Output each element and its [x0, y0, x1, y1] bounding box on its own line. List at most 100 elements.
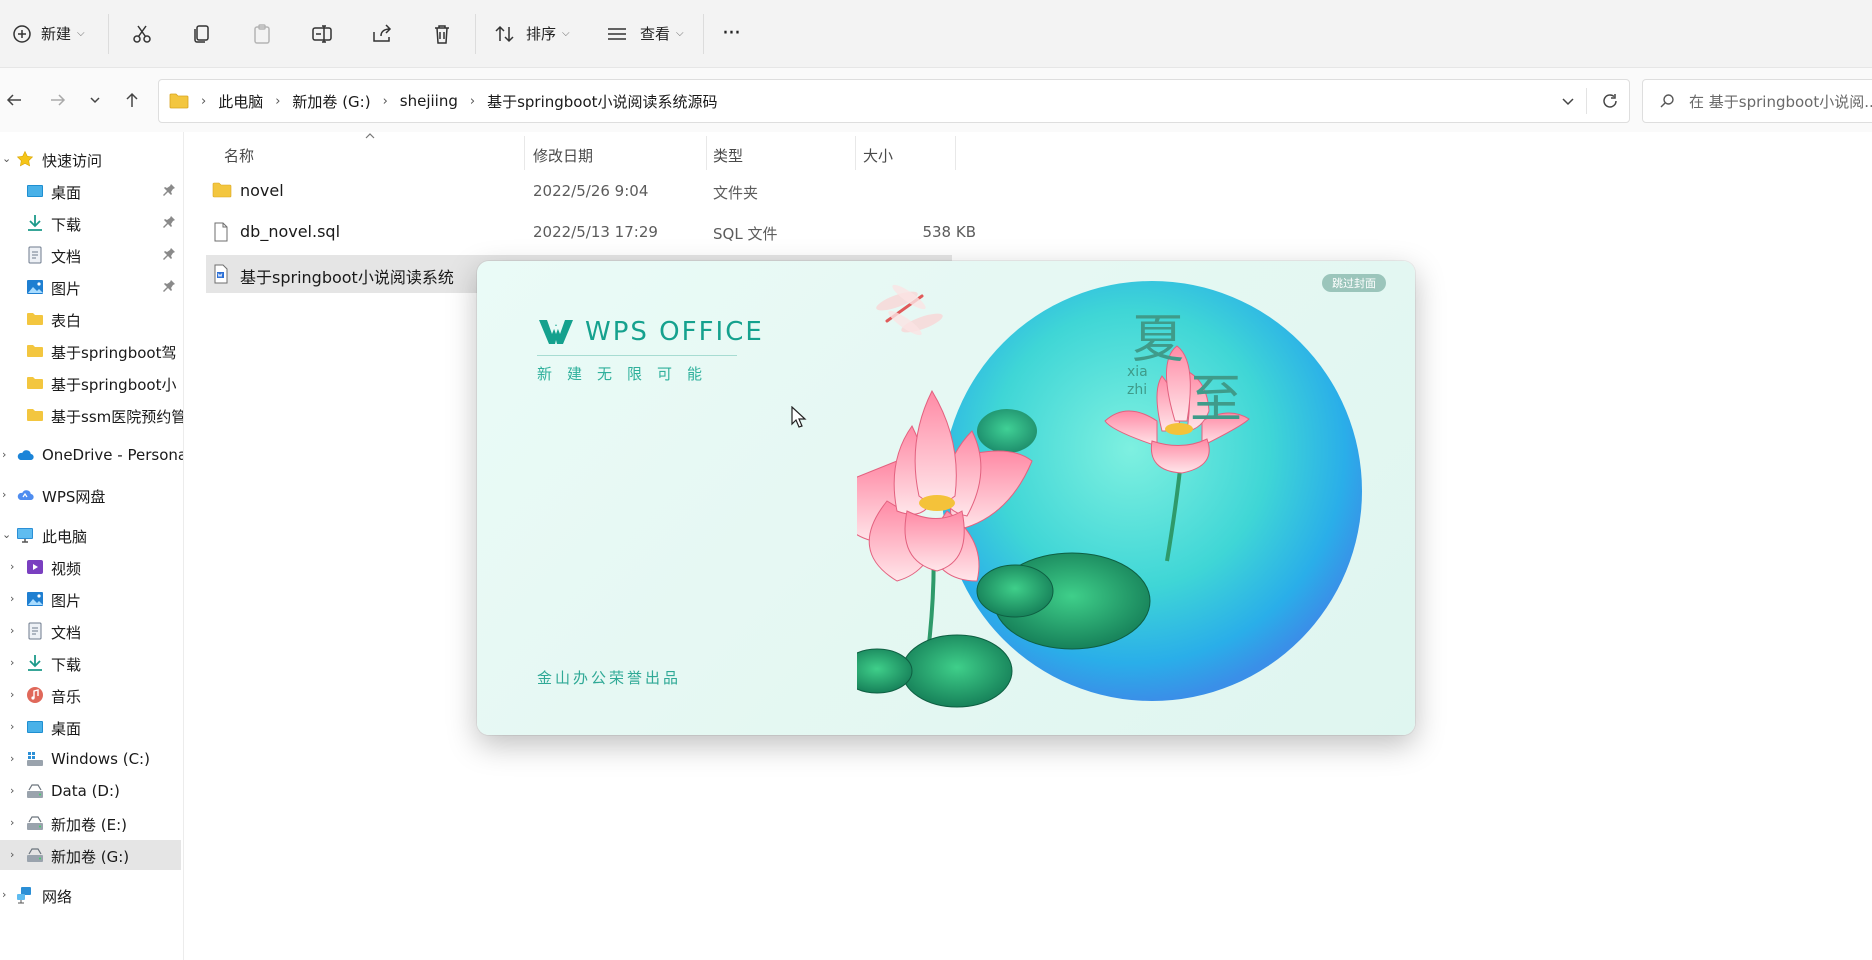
pin-icon[interactable] [162, 215, 176, 229]
command-bar: 新建 ⌵ 排序 ⌵ 查看 ⌵ ··· [0, 0, 1872, 68]
forward-button[interactable] [47, 88, 69, 112]
copy-button[interactable] [191, 0, 213, 67]
back-button[interactable] [3, 88, 25, 112]
chevron-down-icon[interactable]: ⌄ [2, 528, 11, 541]
recent-locations-button[interactable] [88, 88, 102, 112]
sidebar-item-pictures[interactable]: 图片 [0, 272, 183, 302]
sidebar-item-quick-access[interactable]: ⌄ 快速访问 [0, 144, 183, 174]
desktop-icon [27, 185, 43, 197]
folder-icon [27, 313, 43, 325]
sidebar-item-wps-drive[interactable]: › WPS网盘 [0, 480, 183, 510]
breadcrumb-item[interactable]: 基于springboot小说阅读系统源码 [487, 91, 717, 112]
address-divider [1586, 88, 1587, 114]
pin-icon[interactable] [162, 279, 176, 293]
column-header-modified[interactable]: 修改日期 [533, 140, 593, 170]
search-box[interactable]: 在 基于springboot小说阅... [1642, 79, 1872, 123]
sidebar-item-downloads[interactable]: 下载 [0, 208, 183, 238]
column-header-type[interactable]: 类型 [713, 140, 743, 170]
refresh-button[interactable] [1601, 80, 1619, 122]
sidebar-item-folder[interactable]: 基于springboot小 [0, 368, 183, 398]
chevron-right-icon[interactable]: › [10, 816, 14, 829]
more-options-button[interactable]: ··· [722, 0, 741, 67]
file-row[interactable]: novel 2022/5/26 9:04 文件夹 [206, 172, 1132, 210]
column-divider[interactable] [706, 136, 707, 170]
sidebar-item-documents[interactable]: › 文档 [0, 616, 183, 646]
column-divider[interactable] [855, 136, 856, 170]
chevron-right-icon[interactable]: › [10, 848, 14, 861]
sidebar-item-label: 文档 [51, 248, 82, 266]
sidebar-item-onedrive[interactable]: › OneDrive - Persona [0, 440, 183, 470]
sidebar-item-downloads[interactable]: › 下载 [0, 648, 183, 678]
sidebar-item-folder[interactable]: 表白 [0, 304, 183, 334]
sidebar-item-label: 图片 [51, 280, 82, 298]
sidebar-item-drive-d[interactable]: › Data (D:) [0, 776, 183, 806]
address-bar[interactable]: › 此电脑 › 新加卷 (G:) › shejiing › 基于springbo… [158, 79, 1630, 123]
address-history-button[interactable] [1561, 80, 1575, 122]
delete-button[interactable] [431, 0, 453, 67]
paste-button[interactable] [251, 0, 273, 67]
chevron-right-icon[interactable]: › [10, 624, 14, 637]
lily-pad [857, 648, 913, 694]
chevron-right-icon[interactable]: › [10, 688, 14, 701]
chevron-right-icon[interactable]: › [10, 592, 14, 605]
toolbar-divider [108, 14, 109, 54]
sidebar-item-desktop[interactable]: 桌面 [0, 176, 183, 206]
breadcrumb-item[interactable]: 此电脑 [218, 91, 263, 112]
file-type: SQL 文件 [713, 225, 778, 243]
refresh-icon [1603, 94, 1617, 108]
sidebar-item-network[interactable]: › 网络 [0, 880, 183, 910]
column-header-size[interactable]: 大小 [863, 140, 893, 170]
sidebar-item-drive-g[interactable]: › 新加卷 (G:) [0, 840, 181, 870]
search-input[interactable]: 在 基于springboot小说阅... [1689, 91, 1872, 112]
sidebar-item-label: 下载 [51, 216, 82, 234]
view-button[interactable]: 查看 ⌵ [606, 0, 684, 67]
arrow-up-icon [126, 92, 138, 107]
chevron-down-icon: ⌵ [562, 28, 570, 39]
pin-icon[interactable] [162, 183, 176, 197]
sidebar-item-videos[interactable]: › 视频 [0, 552, 183, 582]
new-button[interactable]: 新建 ⌵ [12, 0, 85, 67]
share-button[interactable] [371, 0, 393, 67]
sidebar-item-drive-e[interactable]: › 新加卷 (E:) [0, 808, 183, 838]
column-divider[interactable] [955, 136, 956, 170]
sort-button[interactable]: 排序 ⌵ [494, 0, 570, 67]
chevron-right-icon[interactable]: › [10, 720, 14, 733]
chevron-right-icon[interactable]: › [2, 448, 6, 461]
chevron-right-icon[interactable]: › [10, 752, 14, 765]
chevron-right-icon[interactable]: › [10, 656, 14, 669]
column-header-name[interactable]: 名称 [224, 140, 254, 170]
sidebar-item-this-pc[interactable]: ⌄ 此电脑 [0, 520, 183, 550]
sidebar-item-label: 新加卷 (G:) [51, 848, 130, 866]
sidebar-item-desktop[interactable]: › 桌面 [0, 712, 183, 742]
chevron-right-icon[interactable]: › [10, 784, 14, 797]
toolbar-divider [703, 14, 704, 54]
wps-splash-window: 跳过封面 WPS OFFICE 新建无限可能 金山办公荣誉出品 夏 至 xia … [477, 261, 1415, 735]
sidebar-item-label: 文档 [51, 624, 82, 642]
pin-icon[interactable] [162, 247, 176, 261]
network-icon [17, 887, 31, 904]
folder-icon [27, 345, 43, 357]
sidebar-item-documents[interactable]: 文档 [0, 240, 183, 270]
splash-slogan: 新建无限可能 [537, 365, 718, 383]
sidebar-item-folder[interactable]: 基于springboot驾 [0, 336, 183, 366]
sidebar-item-folder[interactable]: 基于ssm医院预约管 [0, 400, 183, 430]
column-divider[interactable] [524, 136, 525, 170]
cut-button[interactable] [131, 0, 153, 67]
breadcrumb-item[interactable]: shejiing [400, 92, 458, 110]
picture-icon [27, 280, 43, 294]
drive-icon [27, 784, 43, 798]
sidebar-item-music[interactable]: › 音乐 [0, 680, 183, 710]
chevron-down-icon [90, 97, 100, 104]
sidebar-item-pictures[interactable]: › 图片 [0, 584, 183, 614]
chevron-down-icon[interactable]: ⌄ [2, 152, 11, 165]
chevron-right-icon[interactable]: › [2, 488, 6, 501]
file-type: 文件夹 [713, 184, 759, 202]
file-row[interactable]: db_novel.sql 2022/5/13 17:29 SQL 文件 538 … [206, 213, 1132, 251]
chevron-right-icon[interactable]: › [2, 888, 6, 901]
rename-button[interactable] [311, 0, 333, 67]
up-button[interactable] [121, 88, 143, 112]
chevron-right-icon[interactable]: › [10, 560, 14, 573]
sidebar-item-drive-c[interactable]: › Windows (C:) [0, 744, 183, 774]
breadcrumb-item[interactable]: 新加卷 (G:) [292, 91, 370, 112]
share-icon [373, 23, 392, 42]
